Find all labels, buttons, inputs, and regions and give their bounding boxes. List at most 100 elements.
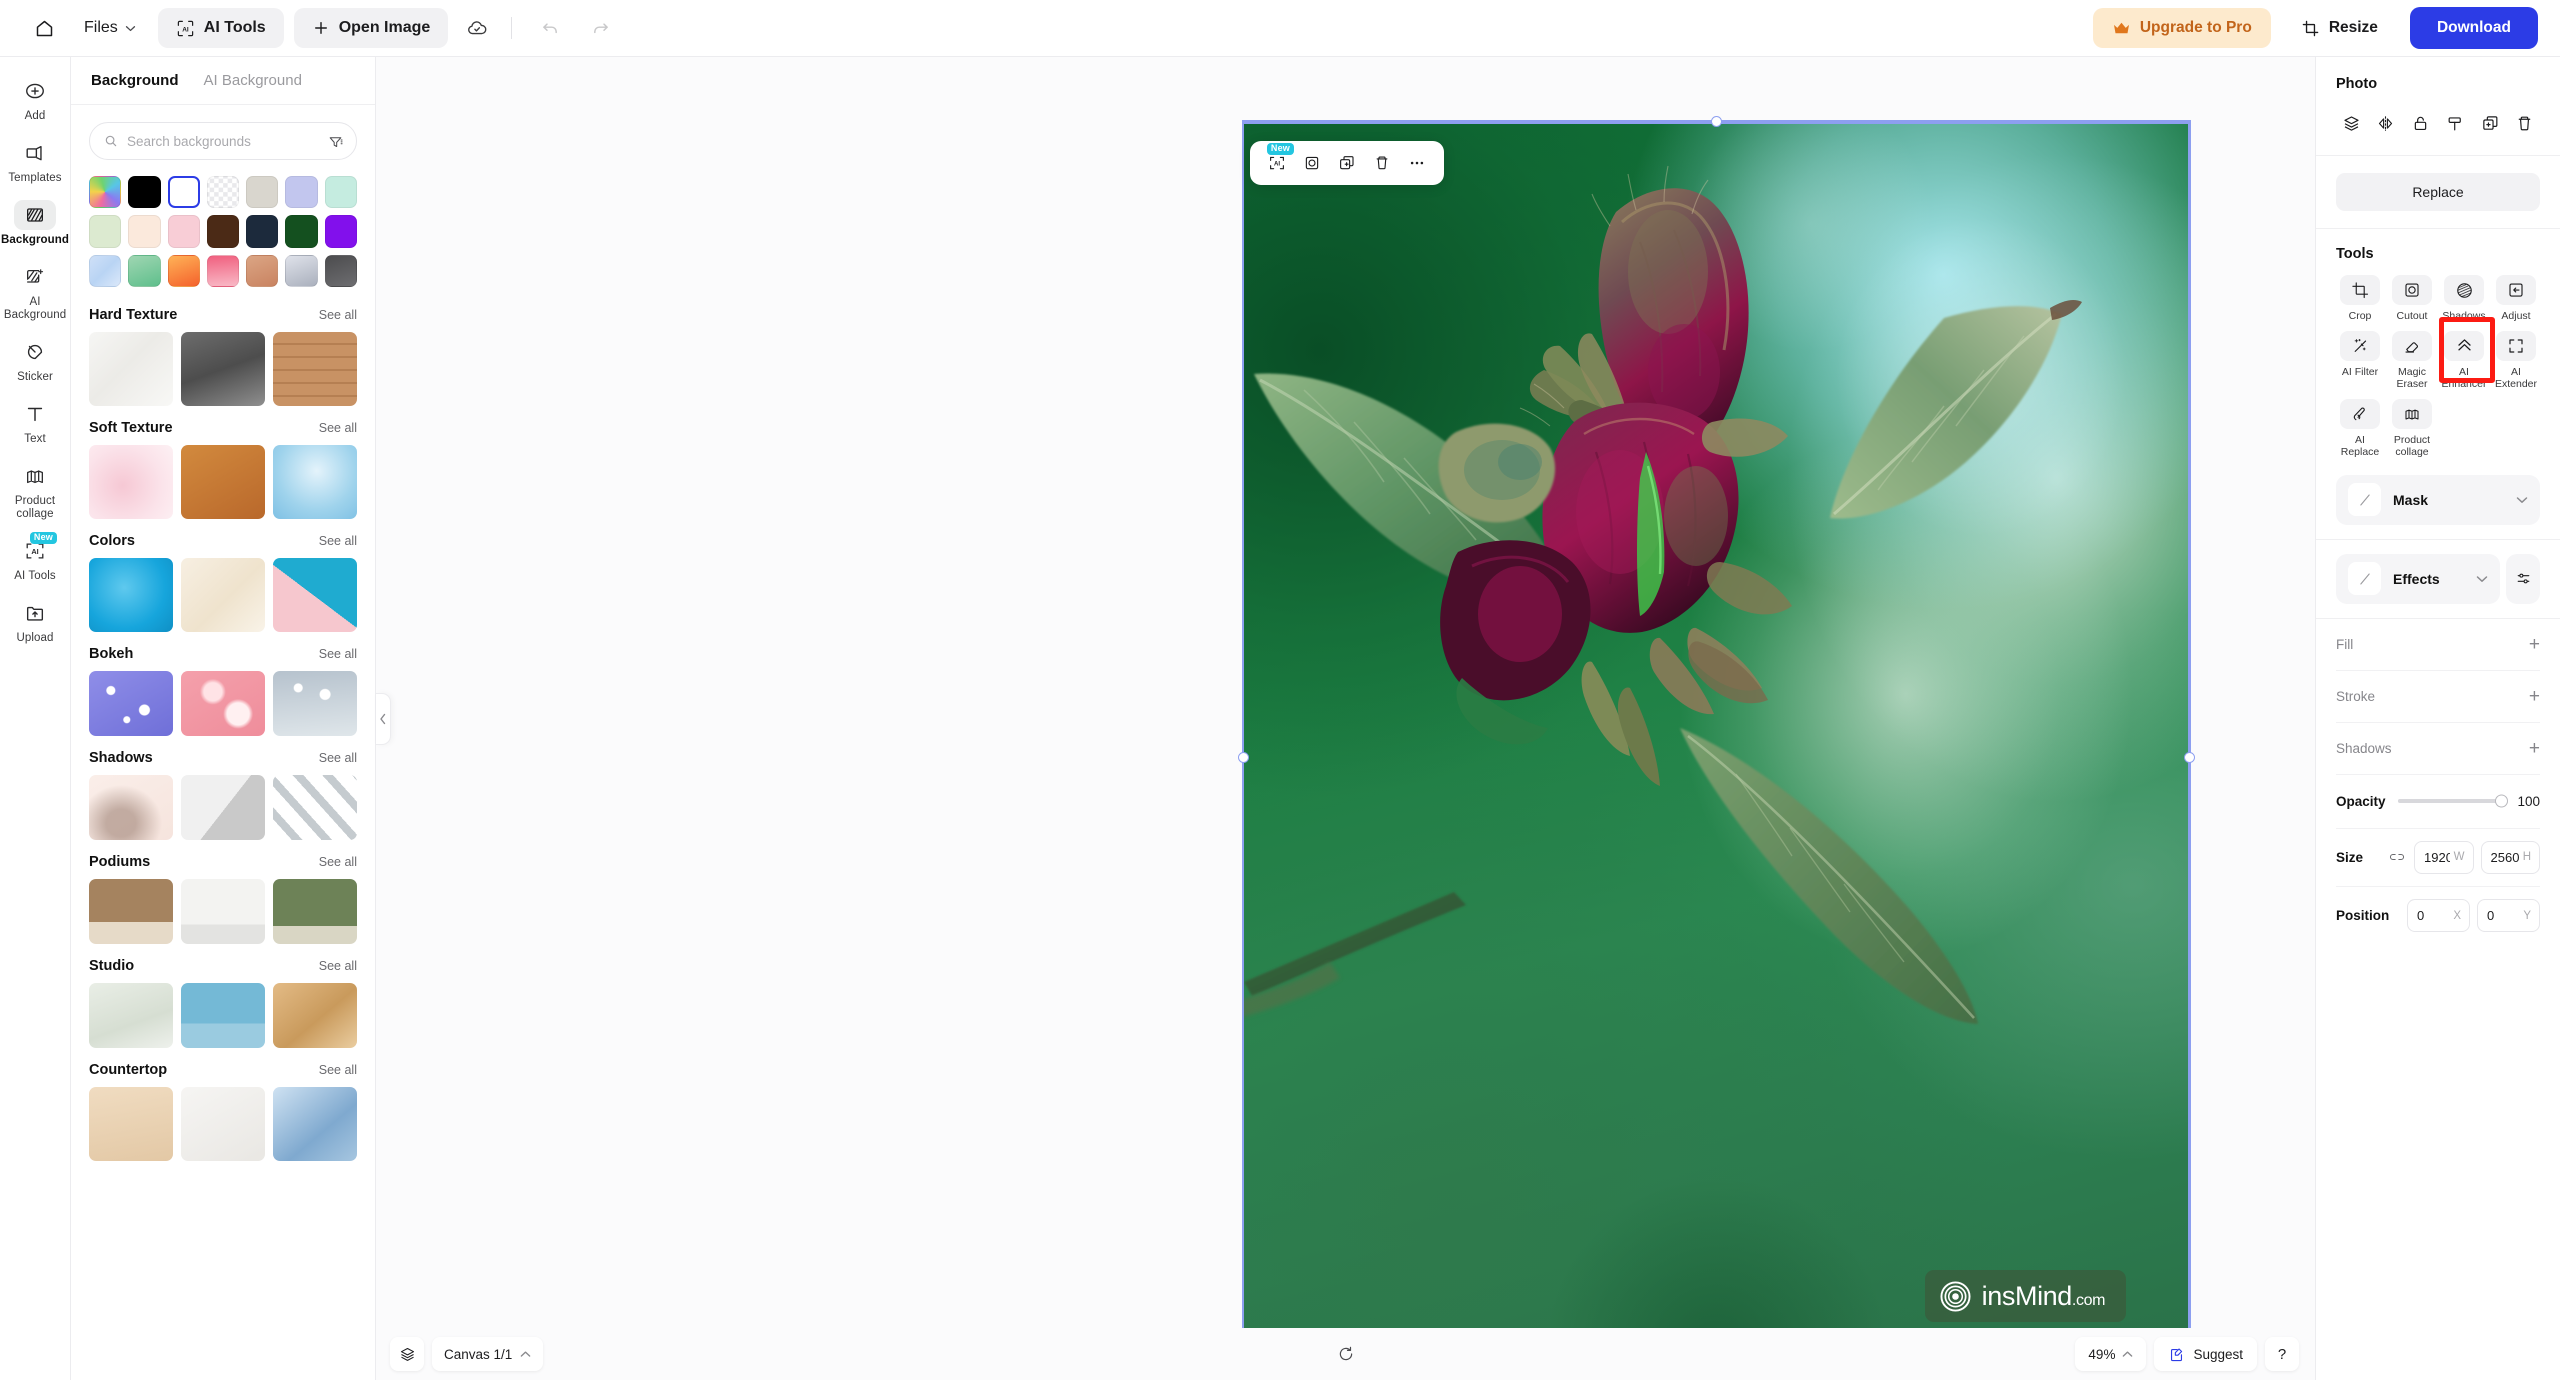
bg-thumb-beige-counter[interactable] [89, 1086, 173, 1161]
swatch-black[interactable] [128, 176, 161, 209]
canvas-duplicate-button[interactable] [1331, 147, 1363, 179]
resize-handle-right[interactable] [2184, 752, 2195, 763]
swatch-dark-brown[interactable] [206, 215, 240, 248]
filter-icon[interactable] [328, 134, 343, 149]
tool-ai-replace[interactable]: AI Replace [2336, 398, 2384, 461]
bg-thumb-wood-planks[interactable] [273, 331, 357, 406]
suggest-button[interactable]: Suggest [2154, 1337, 2257, 1371]
add-stroke-icon[interactable]: + [2529, 687, 2540, 706]
effects-settings-button[interactable] [2506, 553, 2540, 604]
see-all-link[interactable]: See all [319, 855, 357, 869]
tool-cutout[interactable]: Cutout [2388, 275, 2436, 325]
sidebar-item-text[interactable]: Text [4, 392, 66, 452]
size-width-field[interactable]: W [2414, 840, 2474, 874]
stroke-row[interactable]: Stroke + [2336, 671, 2540, 723]
tab-background[interactable]: Background [91, 72, 179, 89]
canvas-cutout-button[interactable] [1296, 147, 1328, 179]
bg-thumb-white-crinkle[interactable] [181, 1086, 265, 1161]
ai-tools-button[interactable]: AI AI Tools [157, 8, 284, 48]
see-all-link[interactable]: See all [319, 534, 357, 548]
opacity-slider-knob[interactable] [2495, 794, 2508, 808]
bg-thumb-white-podium[interactable] [181, 878, 265, 944]
fill-row[interactable]: Fill + [2336, 619, 2540, 671]
swatch-mint[interactable] [324, 176, 358, 209]
swatch-pale-green[interactable] [89, 215, 122, 248]
artboard[interactable]: AI New insMind.com [1238, 116, 2195, 1380]
sidebar-item-upload[interactable]: Upload [4, 591, 66, 651]
bg-thumb-leaf-shadow-blush[interactable] [89, 774, 173, 840]
mask-row[interactable]: Mask [2336, 474, 2540, 525]
swatch-periwinkle[interactable] [285, 176, 318, 209]
swatch-tan-gradient[interactable] [246, 254, 279, 287]
tab-ai-background[interactable]: AI Background [204, 72, 302, 89]
swatch-white[interactable] [167, 176, 200, 209]
cloud-save-status-button[interactable] [456, 8, 498, 48]
position-y-field[interactable]: Y [2477, 899, 2540, 932]
swatch-forest-green[interactable] [285, 215, 318, 248]
upgrade-to-pro-button[interactable]: Upgrade to Pro [2092, 8, 2271, 48]
size-width-input[interactable] [2424, 849, 2450, 865]
redo-button[interactable] [579, 8, 621, 48]
resize-button[interactable]: Resize [2285, 8, 2394, 48]
open-image-button[interactable]: Open Image [293, 8, 449, 48]
tool-ai-filter[interactable]: AI Filter [2336, 330, 2384, 393]
paint-roller-button[interactable] [2440, 108, 2470, 138]
see-all-link[interactable]: See all [319, 1063, 357, 1077]
see-all-link[interactable]: See all [319, 751, 357, 765]
link-icon[interactable] [2387, 851, 2407, 863]
layer-order-button[interactable] [2336, 108, 2366, 138]
swatch-rainbow[interactable] [89, 176, 122, 209]
swatch-blue-gradient[interactable] [89, 254, 122, 287]
swatch-pink-gradient[interactable] [206, 254, 240, 287]
swatch-blush-pink[interactable] [167, 215, 200, 248]
bg-thumb-blue-counter[interactable] [273, 1086, 357, 1161]
tool-shadows[interactable]: Shadows [2440, 275, 2488, 325]
swatch-warm-grey[interactable] [246, 176, 279, 209]
bg-thumb-pink-silk[interactable] [89, 444, 173, 519]
resize-handle-left[interactable] [1238, 752, 1249, 763]
bg-thumb-green-podium[interactable] [273, 878, 357, 944]
resize-handle-top[interactable] [1710, 116, 1722, 127]
sidebar-item-templates[interactable]: Templates [4, 131, 66, 191]
see-all-link[interactable]: See all [319, 421, 357, 435]
bg-thumb-tan-leather[interactable] [181, 444, 265, 519]
effects-row[interactable]: Effects [2336, 553, 2500, 604]
bg-thumb-tan-podium[interactable] [89, 878, 173, 944]
position-x-field[interactable]: X [2407, 899, 2470, 932]
see-all-link[interactable]: See all [319, 959, 357, 973]
canvas-area[interactable]: AI New insMind.com Canvas 1/1 49% Sugges… [376, 57, 2315, 1380]
zoom-level-selector[interactable]: 49% [2075, 1337, 2147, 1371]
bg-thumb-grey-concrete[interactable] [181, 331, 265, 406]
tool-product-collage[interactable]: Product collage [2388, 398, 2436, 461]
bg-thumb-palm-studio[interactable] [89, 982, 173, 1048]
bg-thumb-gold-silk-studio[interactable] [273, 982, 357, 1048]
undo-button[interactable] [529, 8, 571, 48]
sidebar-item-add[interactable]: Add [4, 69, 66, 129]
duplicate-button[interactable] [2475, 108, 2505, 138]
canvas-page-selector[interactable]: Canvas 1/1 [432, 1337, 544, 1371]
size-height-field[interactable]: H [2480, 840, 2540, 874]
flip-button[interactable] [2371, 108, 2401, 138]
swatch-orange-gradient[interactable] [167, 254, 200, 287]
lock-button[interactable] [2406, 108, 2436, 138]
sidebar-item-ai-background[interactable]: AI Background [4, 255, 66, 328]
swatch-navy[interactable] [246, 215, 279, 248]
search-backgrounds-field[interactable] [89, 122, 357, 160]
bg-thumb-blue-studio[interactable] [181, 982, 265, 1048]
shadows-row[interactable]: Shadows + [2336, 723, 2540, 775]
swatch-charcoal-gradient[interactable] [324, 254, 358, 287]
tool-crop[interactable]: Crop [2336, 275, 2384, 325]
download-button[interactable]: Download [2409, 7, 2538, 49]
search-input[interactable] [127, 133, 319, 149]
position-x-input[interactable] [2417, 908, 2450, 923]
bg-thumb-cyan-radial[interactable] [89, 557, 173, 632]
delete-button[interactable] [2510, 108, 2540, 138]
bg-thumb-cream-brushed[interactable] [181, 557, 265, 632]
bg-thumb-speckled-diagonal[interactable] [181, 774, 265, 840]
swatch-green-gradient[interactable] [128, 254, 161, 287]
swatch-cream[interactable] [128, 215, 161, 248]
tool-ai-enhancer[interactable]: AI Enhancer [2440, 330, 2488, 393]
panel-collapse-handle[interactable] [376, 692, 391, 745]
size-height-input[interactable] [2490, 849, 2519, 865]
swatch-violet[interactable] [324, 215, 358, 248]
